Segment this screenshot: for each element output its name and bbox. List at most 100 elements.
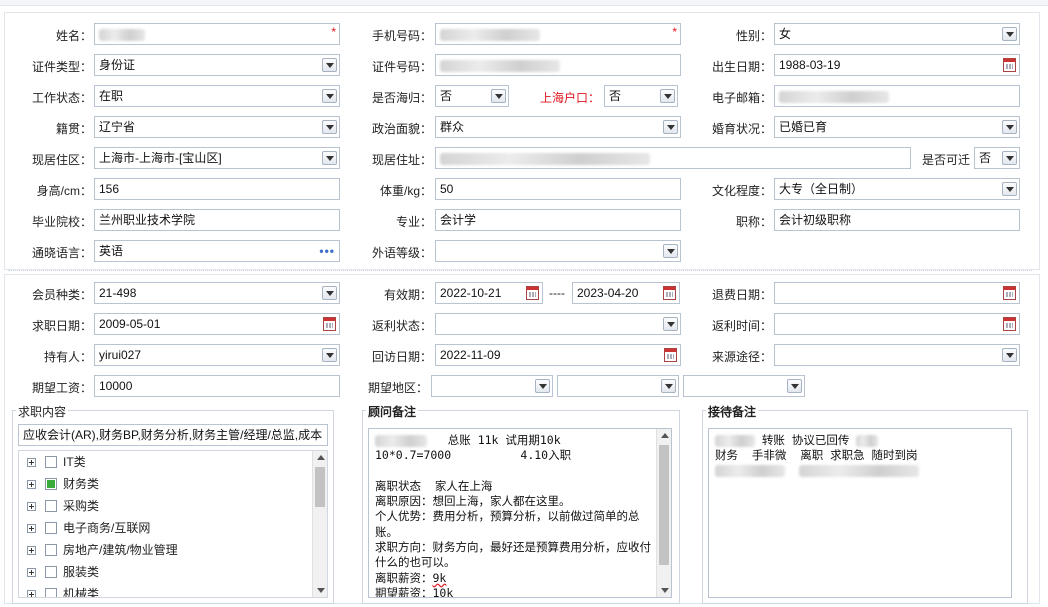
- tree-item-label: 采购类: [63, 499, 100, 513]
- job-search-date-input[interactable]: 2009-05-01: [94, 313, 340, 335]
- chevron-down-icon[interactable]: [535, 379, 550, 393]
- scroll-down-icon[interactable]: [661, 588, 669, 593]
- expand-icon[interactable]: [27, 546, 36, 555]
- source-select[interactable]: [774, 344, 1020, 366]
- education-select[interactable]: 大专（全日制）: [774, 178, 1020, 200]
- expand-icon[interactable]: [27, 590, 36, 597]
- phone-input[interactable]: *: [435, 23, 681, 45]
- checkbox[interactable]: [45, 456, 57, 468]
- expected-area-province-select[interactable]: [431, 375, 553, 397]
- expected-area-label: 期望地区：: [367, 381, 428, 395]
- returnee-select[interactable]: 否: [435, 85, 509, 107]
- work-status-select[interactable]: 在职: [94, 85, 340, 107]
- expected-area-district-select[interactable]: [683, 375, 805, 397]
- chevron-down-icon[interactable]: [1002, 27, 1017, 41]
- chevron-down-icon[interactable]: [322, 151, 337, 165]
- shanghai-hukou-select[interactable]: 否: [604, 85, 678, 107]
- expected-area-city-select[interactable]: [557, 375, 679, 397]
- name-input[interactable]: *: [94, 23, 340, 45]
- chevron-down-icon[interactable]: [1002, 348, 1017, 362]
- email-input[interactable]: [774, 85, 1020, 107]
- chevron-down-icon[interactable]: [322, 89, 337, 103]
- chevron-down-icon[interactable]: [787, 379, 802, 393]
- calendar-icon[interactable]: [1003, 317, 1016, 331]
- member-type-select[interactable]: 21-498: [94, 282, 340, 304]
- rebate-status-label: 返利状态：: [371, 319, 432, 333]
- visit-date-input[interactable]: 2022-11-09: [435, 344, 681, 366]
- more-options-icon[interactable]: •••: [319, 241, 335, 261]
- expand-icon[interactable]: [27, 502, 36, 511]
- job-category-tree[interactable]: IT类 财务类 采购类 电子商务/互联网 房地产/建筑/物业管理 服装类 机械类: [18, 450, 328, 598]
- visit-date-value: 2022-11-09: [440, 348, 501, 362]
- consultant-notes-textarea[interactable]: 总账 11k 试用期10k 10*0.7=7000 4.10入职 离职状态 家人…: [368, 428, 672, 598]
- chevron-down-icon[interactable]: [322, 286, 337, 300]
- gender-select[interactable]: 女: [774, 23, 1020, 45]
- validity-end-input[interactable]: 2023-04-20: [572, 282, 680, 304]
- calendar-icon[interactable]: [1003, 58, 1016, 72]
- major-value: 会计学: [440, 213, 477, 227]
- relocatable-select[interactable]: 否: [974, 147, 1020, 169]
- residence-area-select[interactable]: 上海市-上海市-[宝山区]: [94, 147, 340, 169]
- expand-icon[interactable]: [27, 524, 36, 533]
- chevron-down-icon[interactable]: [1002, 120, 1017, 134]
- holder-select[interactable]: yirui027: [94, 344, 340, 366]
- political-status-select[interactable]: 群众: [435, 116, 681, 138]
- rebate-status-select[interactable]: [435, 313, 681, 335]
- calendar-icon[interactable]: [1003, 286, 1016, 300]
- scroll-up-icon[interactable]: [317, 455, 325, 460]
- id-type-select[interactable]: 身份证: [94, 54, 340, 76]
- chevron-down-icon[interactable]: [663, 244, 678, 258]
- marital-status-select[interactable]: 已婚已育: [774, 116, 1020, 138]
- chevron-down-icon[interactable]: [660, 89, 675, 103]
- validity-start-input[interactable]: 2022-10-21: [435, 282, 543, 304]
- chevron-down-icon[interactable]: [1002, 182, 1017, 196]
- birth-date-input[interactable]: 1988-03-19: [774, 54, 1020, 76]
- school-input[interactable]: 兰州职业技术学院: [94, 209, 340, 231]
- calendar-icon[interactable]: [323, 317, 336, 331]
- chevron-down-icon[interactable]: [663, 317, 678, 331]
- checkbox[interactable]: [45, 522, 57, 534]
- expand-icon[interactable]: [27, 458, 36, 467]
- calendar-icon[interactable]: [526, 286, 539, 300]
- expand-icon[interactable]: [27, 480, 36, 489]
- checkbox-checked[interactable]: [45, 478, 57, 490]
- height-input[interactable]: 156: [94, 178, 340, 200]
- language-input[interactable]: 英语 •••: [94, 240, 340, 262]
- chevron-down-icon[interactable]: [322, 348, 337, 362]
- chevron-down-icon[interactable]: [322, 58, 337, 72]
- chevron-down-icon[interactable]: [491, 89, 506, 103]
- major-input[interactable]: 会计学: [435, 209, 681, 231]
- scroll-down-icon[interactable]: [317, 588, 325, 593]
- scroll-up-icon[interactable]: [661, 433, 669, 438]
- refund-date-input[interactable]: [774, 282, 1020, 304]
- id-number-input[interactable]: [435, 54, 681, 76]
- calendar-icon[interactable]: [663, 286, 676, 300]
- scroll-thumb[interactable]: [659, 445, 669, 565]
- calendar-icon[interactable]: [664, 348, 677, 362]
- native-place-select[interactable]: 辽宁省: [94, 116, 340, 138]
- checkbox[interactable]: [45, 544, 57, 556]
- expected-salary-input[interactable]: 10000: [94, 375, 340, 397]
- scroll-thumb[interactable]: [315, 467, 325, 507]
- returnee-label: 是否海归：: [371, 91, 432, 105]
- tree-scrollbar[interactable]: [312, 451, 327, 597]
- rebate-time-input[interactable]: [774, 313, 1020, 335]
- chevron-down-icon[interactable]: [661, 379, 676, 393]
- job-content-summary[interactable]: 应收会计(AR),财务BP,财务分析,财务主管/经理/总监,成本: [18, 424, 328, 446]
- notes-scrollbar[interactable]: [656, 429, 671, 597]
- title-input[interactable]: 会计初级职称: [774, 209, 1020, 231]
- checkbox[interactable]: [45, 588, 57, 597]
- checkbox[interactable]: [45, 566, 57, 578]
- chevron-down-icon[interactable]: [1002, 151, 1017, 165]
- foreign-level-select[interactable]: [435, 240, 681, 262]
- required-star: *: [672, 25, 677, 39]
- native-place-label: 籍贯：: [55, 122, 92, 136]
- residence-address-input[interactable]: [435, 147, 911, 169]
- checkbox[interactable]: [45, 500, 57, 512]
- chevron-down-icon[interactable]: [322, 120, 337, 134]
- title-label: 职称：: [735, 215, 772, 229]
- weight-input[interactable]: 50: [435, 178, 681, 200]
- chevron-down-icon[interactable]: [663, 120, 678, 134]
- reception-notes-textarea[interactable]: 转账 协议已回传 财务 手非微 离职 求职急 随时到岗: [708, 428, 1012, 598]
- expand-icon[interactable]: [27, 568, 36, 577]
